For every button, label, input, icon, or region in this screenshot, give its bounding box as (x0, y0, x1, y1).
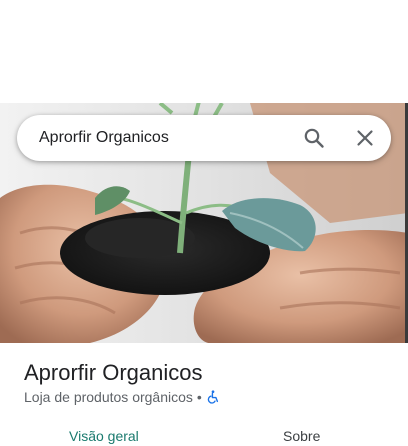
search-button[interactable] (302, 126, 326, 150)
maps-place-panel: Aprorfir Organicos Loja de produtos orgâ… (0, 0, 408, 446)
tab-overview[interactable]: Visão geral (69, 428, 139, 444)
place-title: Aprorfir Organicos (24, 360, 203, 385)
close-icon (357, 130, 373, 146)
tab-about[interactable]: Sobre (283, 428, 320, 444)
separator-dot: • (196, 389, 202, 405)
search-box (17, 115, 391, 161)
search-icon (304, 128, 324, 148)
search-input[interactable] (39, 115, 289, 161)
place-tabs: Visão geral Sobre (0, 424, 408, 446)
wheelchair-icon[interactable] (206, 390, 220, 404)
place-category[interactable]: Loja de produtos orgânicos (24, 389, 193, 405)
clear-search-button[interactable] (353, 126, 377, 150)
place-subtitle: Loja de produtos orgânicos • (24, 389, 220, 405)
